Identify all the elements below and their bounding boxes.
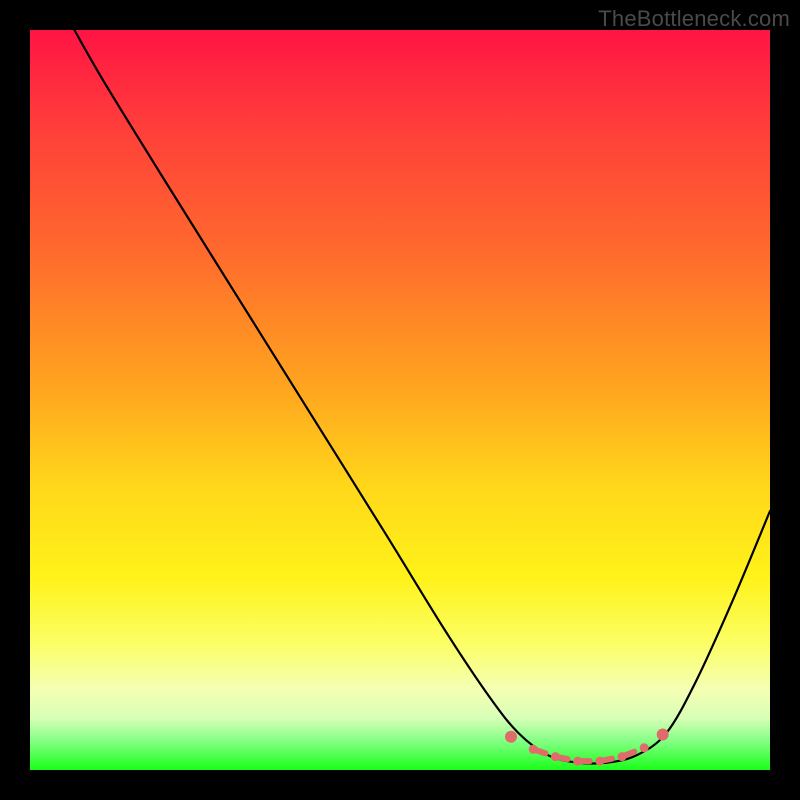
marker-dot	[595, 757, 604, 766]
marker-dot	[551, 752, 560, 761]
marker-dot	[529, 745, 538, 754]
watermark-text: TheBottleneck.com	[598, 6, 790, 32]
marker-dot	[657, 728, 669, 740]
marker-dot	[618, 752, 627, 761]
marker-dot	[640, 743, 649, 752]
marker-dot	[505, 731, 517, 743]
chart-frame	[30, 30, 770, 770]
bottleneck-curve	[74, 30, 770, 764]
curve-markers	[505, 728, 669, 765]
marker-dot	[573, 757, 582, 766]
chart-svg	[30, 30, 770, 770]
